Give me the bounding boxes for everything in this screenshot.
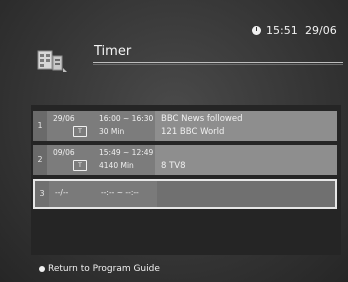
row-program <box>157 181 335 207</box>
row-time-range: 16:00 ~ 16:30 <box>99 114 154 123</box>
row-date: --/-- <box>55 188 69 197</box>
row-datetime: 09/06 15:49 ~ 12:49 T 4140 Min <box>47 145 155 175</box>
row-date: 09/06 <box>53 148 75 157</box>
tv-screen: 15:51 29/06 Timer 1 29/06 16:00 ~ 16:30 … <box>0 0 348 282</box>
row-time-range: --:-- ~ --:-- <box>101 188 139 197</box>
row-duration: 30 Min <box>99 127 125 136</box>
row-program: 8 TV8 <box>155 145 337 175</box>
row-datetime: 29/06 16:00 ~ 16:30 T 30 Min <box>47 111 155 141</box>
return-to-guide-hint[interactable]: Return to Program Guide <box>39 264 160 274</box>
remote-key-icon <box>39 266 45 272</box>
row-number: 3 <box>35 181 49 207</box>
timer-row[interactable]: 2 09/06 15:49 ~ 12:49 T 4140 Min 8 TV8 <box>33 145 337 175</box>
timer-row[interactable]: 1 29/06 16:00 ~ 16:30 T 30 Min BBC News … <box>33 111 337 141</box>
clock-icon <box>252 26 261 35</box>
timer-mode-icon: T <box>73 160 87 171</box>
current-date: 29/06 <box>305 24 337 37</box>
row-number: 2 <box>33 145 47 175</box>
row-time-range: 15:49 ~ 12:49 <box>99 148 154 157</box>
row-program-title: BBC News followed <box>161 114 243 124</box>
current-time: 15:51 <box>266 24 298 37</box>
return-to-guide-label: Return to Program Guide <box>48 264 160 274</box>
timer-icon <box>37 50 67 72</box>
row-datetime: --/-- --:-- ~ --:-- <box>49 181 157 207</box>
title-divider-shadow <box>93 64 343 65</box>
title-divider <box>93 62 343 63</box>
row-duration: 4140 Min <box>99 161 134 170</box>
timer-mode-icon: T <box>73 126 87 137</box>
timer-row-selected[interactable]: 3 --/-- --:-- ~ --:-- <box>33 179 337 209</box>
row-program: BBC News followed 121 BBC World <box>155 111 337 141</box>
timer-list: 1 29/06 16:00 ~ 16:30 T 30 Min BBC News … <box>31 105 341 255</box>
row-channel: 8 TV8 <box>161 161 186 171</box>
status-bar: 15:51 29/06 <box>252 24 348 38</box>
page-title: Timer <box>94 44 132 59</box>
row-number: 1 <box>33 111 47 141</box>
row-channel: 121 BBC World <box>161 127 225 137</box>
row-date: 29/06 <box>53 114 75 123</box>
